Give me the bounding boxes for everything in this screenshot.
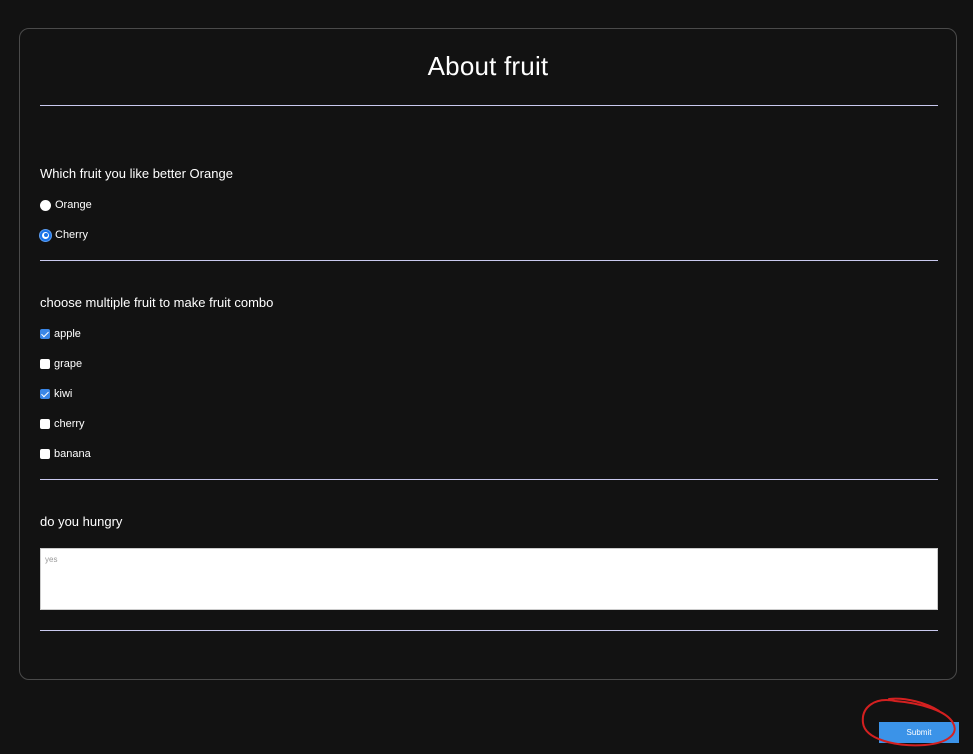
form-card: About fruit Which fruit you like better …: [19, 28, 957, 680]
checkbox-label: kiwi: [54, 388, 73, 400]
checkbox[interactable]: [40, 449, 50, 459]
divider: [40, 479, 938, 480]
radio-option-cherry[interactable]: Cherry: [40, 228, 88, 242]
checkbox-option-banana[interactable]: banana: [40, 447, 91, 461]
divider: [40, 260, 938, 261]
form-title: About fruit: [427, 51, 549, 81]
question-favorite-fruit: Which fruit you like better Orange: [40, 166, 233, 181]
checkbox-label: banana: [54, 448, 91, 460]
checkbox-option-apple[interactable]: apple: [40, 327, 81, 341]
checkbox-option-kiwi[interactable]: kiwi: [40, 387, 72, 401]
question-hungry: do you hungry: [40, 514, 123, 529]
divider: [40, 105, 938, 106]
hungry-textarea[interactable]: [40, 548, 938, 610]
question-fruit-combo: choose multiple fruit to make fruit comb…: [40, 295, 274, 310]
radio-button-selected[interactable]: [40, 229, 51, 241]
checkbox-label: apple: [54, 328, 81, 340]
page: About fruit Which fruit you like better …: [0, 0, 973, 754]
divider: [40, 630, 938, 631]
radio-label: Cherry: [55, 229, 89, 241]
radio-label: Orange: [55, 199, 92, 211]
checkbox[interactable]: [40, 359, 50, 369]
checkbox-checked[interactable]: [40, 389, 50, 399]
checkbox-label: grape: [54, 358, 83, 370]
checkbox-checked[interactable]: [40, 329, 50, 339]
checkbox-option-cherry[interactable]: cherry: [40, 417, 85, 431]
submit-button[interactable]: Submit: [879, 722, 959, 743]
checkbox-option-grape[interactable]: grape: [40, 357, 82, 371]
checkbox[interactable]: [40, 419, 50, 429]
radio-option-orange[interactable]: Orange: [40, 198, 92, 212]
radio-button[interactable]: [40, 199, 51, 211]
checkbox-label: cherry: [54, 418, 85, 430]
